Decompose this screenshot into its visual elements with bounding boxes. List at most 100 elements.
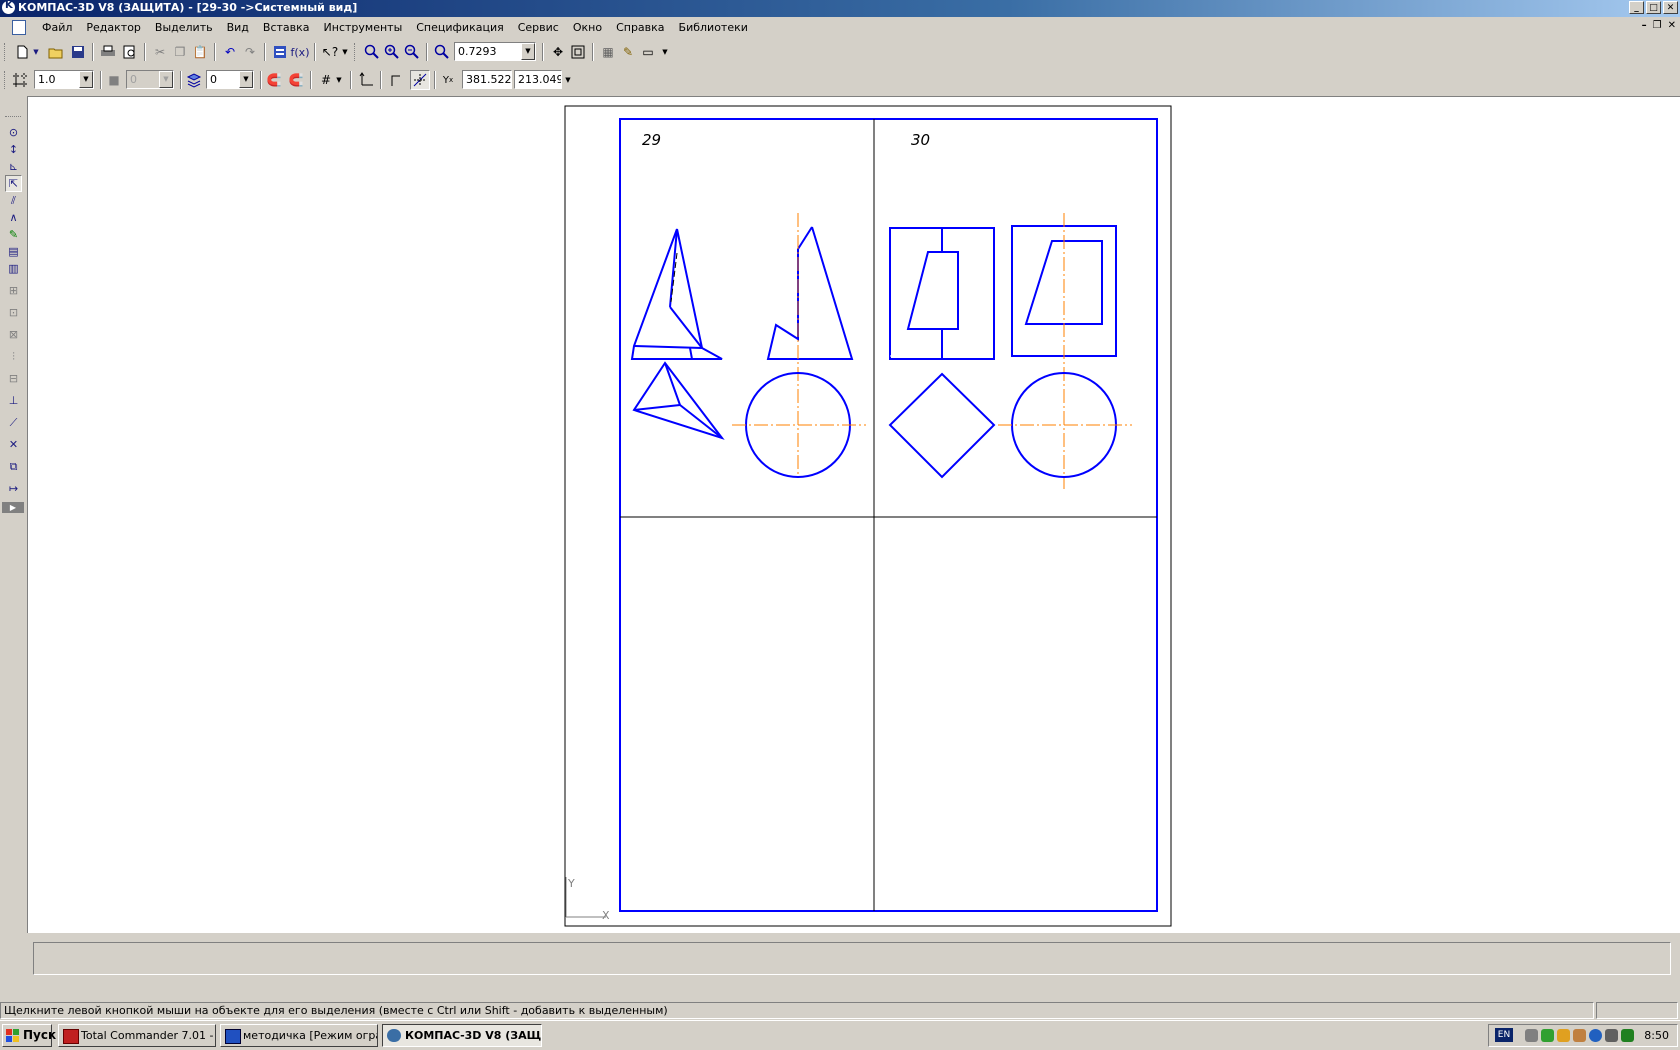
zoom-combobox[interactable]: 0.7293 ▼ xyxy=(454,42,536,61)
chevron-down-icon[interactable]: ▼ xyxy=(239,71,253,88)
dimensions-icon[interactable]: ↕ xyxy=(5,141,22,158)
toolbar-grip[interactable] xyxy=(354,43,358,61)
associative-view-icon[interactable]: ▤ xyxy=(5,243,22,260)
command-field[interactable] xyxy=(33,942,1671,975)
menu-item[interactable]: Вставка xyxy=(256,21,317,34)
properties-icon[interactable]: ✎ xyxy=(618,42,638,62)
menu-item[interactable]: Инструменты xyxy=(317,21,410,34)
designation-icon[interactable]: ⊾ xyxy=(5,158,22,175)
doc-restore-button[interactable]: ❐ xyxy=(1653,20,1662,31)
print-preview-icon[interactable] xyxy=(120,42,140,62)
language-indicator[interactable]: EN xyxy=(1495,1028,1513,1042)
style-combobox[interactable]: 0 ▼ xyxy=(126,70,174,89)
menu-item[interactable]: Выделить xyxy=(148,21,220,34)
panel-tool-icon[interactable]: ⫶ xyxy=(5,348,22,365)
minimize-button[interactable]: _ xyxy=(1629,1,1644,14)
tray-app-icon[interactable] xyxy=(1541,1029,1554,1042)
menu-item[interactable]: Справка xyxy=(609,21,671,34)
drawing-workspace[interactable]: 29 30 Y X xyxy=(27,96,1680,933)
tray-app-icon[interactable] xyxy=(1589,1029,1602,1042)
editing-icon[interactable]: ⇱ xyxy=(5,175,22,192)
save-icon[interactable] xyxy=(68,42,88,62)
zoom-scale-icon[interactable] xyxy=(432,42,452,62)
doc-minimize-button[interactable]: – xyxy=(1642,20,1647,31)
panel-icon[interactable]: ▭ xyxy=(638,42,658,62)
pan-icon[interactable]: ✥ xyxy=(548,42,568,62)
taskbar-item-word[interactable]: методичка [Режим огра... xyxy=(220,1024,378,1047)
toolbar-overflow-icon[interactable]: ▼ xyxy=(340,42,350,62)
function-fx-icon[interactable]: f(x) xyxy=(290,42,310,62)
maximize-button[interactable]: □ xyxy=(1646,1,1661,14)
toolbar-grip[interactable] xyxy=(4,43,8,61)
measure-icon[interactable]: ∧ xyxy=(5,209,22,226)
panel-expand-icon[interactable]: ▶ xyxy=(2,502,24,513)
chevron-down-icon[interactable]: ▼ xyxy=(79,71,93,88)
toolbar-grip[interactable] xyxy=(4,71,8,89)
cursor-snap-icon[interactable] xyxy=(410,70,430,90)
copy-icon[interactable]: ❐ xyxy=(170,42,190,62)
specification-icon[interactable]: ▥ xyxy=(5,260,22,277)
select-icon[interactable]: ✎ xyxy=(5,226,22,243)
document-icon[interactable] xyxy=(12,20,26,35)
toolbar-overflow-icon[interactable]: ▼ xyxy=(563,70,573,90)
panel-tool-icon[interactable]: ↦ xyxy=(5,480,22,497)
menu-item[interactable]: Библиотеки xyxy=(672,21,755,34)
close-button[interactable]: ✕ xyxy=(1663,1,1678,14)
tray-app-icon[interactable] xyxy=(1605,1029,1618,1042)
regenerate-icon[interactable]: ▦ xyxy=(598,42,618,62)
coordinate-y-field[interactable]: 213.049 xyxy=(514,70,562,89)
paste-icon[interactable]: 📋 xyxy=(190,42,210,62)
panel-grip[interactable] xyxy=(5,116,21,120)
chevron-down-icon[interactable]: ▼ xyxy=(159,71,173,88)
cut-icon[interactable]: ✂ xyxy=(150,42,170,62)
menu-item[interactable]: Файл xyxy=(35,21,79,34)
new-dropdown-icon[interactable]: ▼ xyxy=(30,42,42,62)
layer-combobox[interactable]: 0 ▼ xyxy=(206,70,254,89)
style-icon[interactable]: ■ xyxy=(104,70,124,90)
start-button[interactable]: Пуск xyxy=(2,1024,56,1047)
tray-app-icon[interactable] xyxy=(1573,1029,1586,1042)
kompas-app-icon[interactable] xyxy=(2,0,15,14)
geometry-icon[interactable]: ⊙ xyxy=(5,124,22,141)
redo-icon[interactable]: ↷ xyxy=(240,42,260,62)
drawing-canvas[interactable]: 29 30 Y X xyxy=(28,97,1680,933)
menu-item[interactable]: Спецификация xyxy=(409,21,510,34)
new-document-icon[interactable] xyxy=(12,42,32,62)
panel-tool-icon[interactable]: ⊥ xyxy=(5,392,22,409)
toolbar-overflow-icon[interactable]: ▼ xyxy=(660,42,670,62)
show-all-icon[interactable] xyxy=(568,42,588,62)
taskbar-item-kompas[interactable]: КОМПАС-3D V8 (ЗАЩ... xyxy=(382,1024,542,1047)
panel-tool-icon[interactable]: ✕ xyxy=(5,436,22,453)
zoom-window-icon[interactable] xyxy=(362,42,382,62)
snap-local-icon[interactable]: 🧲 xyxy=(286,70,306,90)
parametrization-icon[interactable]: ⫽ xyxy=(5,192,22,209)
layers-icon[interactable] xyxy=(184,70,204,90)
help-pointer-icon[interactable]: ↖? xyxy=(320,42,340,62)
variables-icon[interactable] xyxy=(270,42,290,62)
tray-app-icon[interactable] xyxy=(1525,1029,1538,1042)
grid-step-icon[interactable] xyxy=(10,70,30,90)
panel-tool-icon[interactable]: ⊡ xyxy=(5,304,22,321)
zoom-out-icon[interactable] xyxy=(402,42,422,62)
menu-item[interactable]: Окно xyxy=(566,21,609,34)
print-icon[interactable] xyxy=(98,42,118,62)
menu-item[interactable]: Вид xyxy=(220,21,256,34)
open-folder-icon[interactable] xyxy=(46,42,66,62)
snap-magnet-icon[interactable]: 🧲 xyxy=(264,70,284,90)
tray-app-icon[interactable] xyxy=(1557,1029,1570,1042)
zoom-in-icon[interactable] xyxy=(382,42,402,62)
local-cs-icon[interactable] xyxy=(356,70,376,90)
panel-tool-icon[interactable]: ⊞ xyxy=(5,282,22,299)
chevron-down-icon[interactable]: ▼ xyxy=(521,43,535,60)
cursor-step-combobox[interactable]: 1.0 ▼ xyxy=(34,70,94,89)
menu-item[interactable]: Сервис xyxy=(511,21,566,34)
panel-tool-icon[interactable]: ⧉ xyxy=(5,458,22,475)
panel-tool-icon[interactable]: ⊠ xyxy=(5,326,22,343)
grid-icon[interactable]: # xyxy=(316,70,336,90)
panel-tool-icon[interactable]: ⟋ xyxy=(5,414,22,431)
chevron-down-icon[interactable]: ▼ xyxy=(334,70,344,90)
coordinate-x-field[interactable]: 381.522 xyxy=(462,70,512,89)
tray-app-icon[interactable] xyxy=(1621,1029,1634,1042)
menu-item[interactable]: Редактор xyxy=(79,21,148,34)
taskbar-item-total-commander[interactable]: Total Commander 7.01 - ... xyxy=(58,1024,216,1047)
